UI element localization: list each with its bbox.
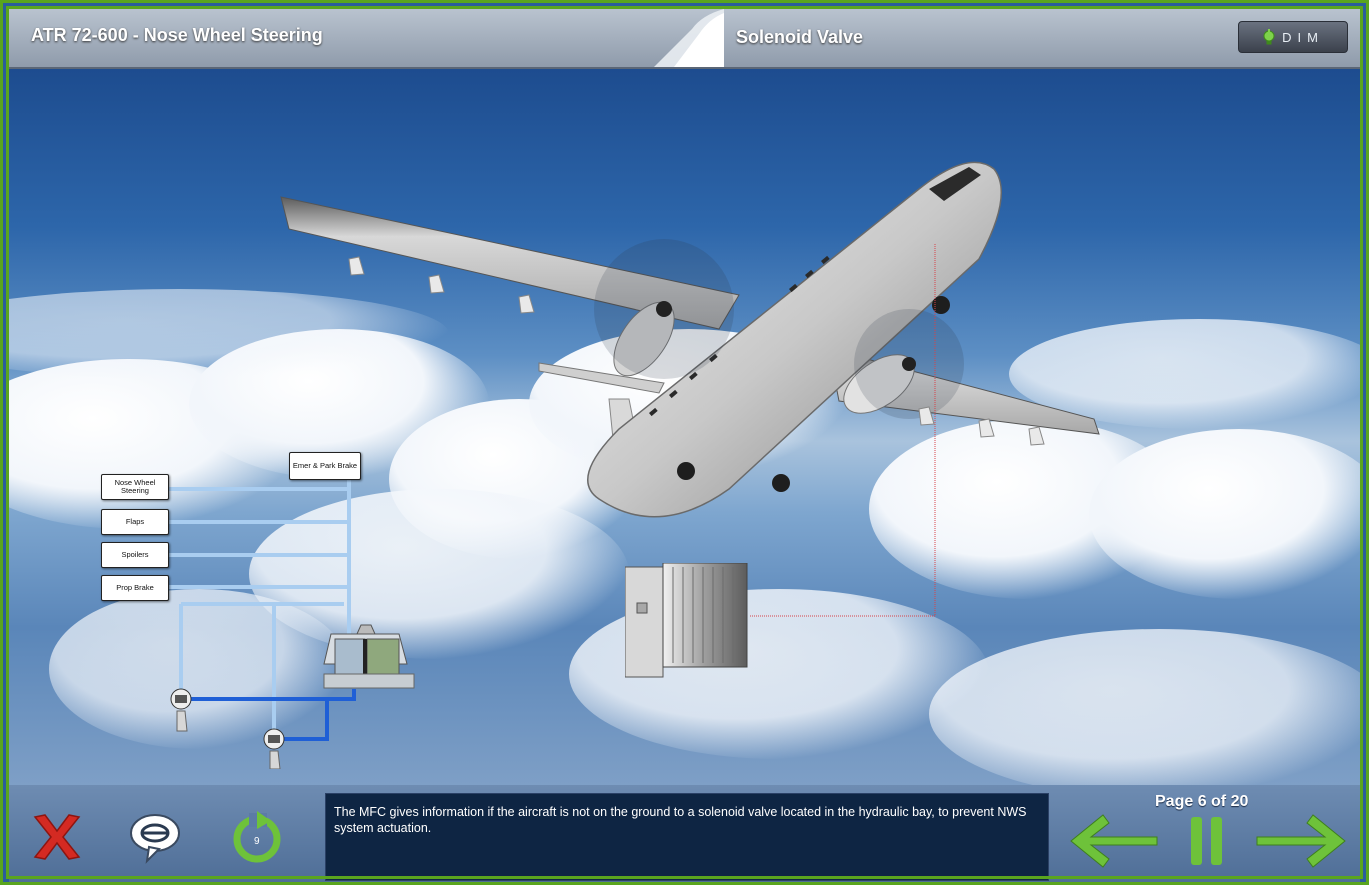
cloud [929,629,1360,785]
close-icon[interactable] [27,807,87,867]
scene-viewport: Nose Wheel Steering Flaps Spoilers Prop … [9,69,1360,785]
dim-button[interactable]: DIM [1238,21,1348,53]
mfc-computer-box [625,563,748,678]
page-title: Solenoid Valve [736,27,864,47]
arrow-left-icon[interactable] [1069,811,1159,871]
diagram-label-prop-brake: Prop Brake [101,575,169,601]
dim-label: DIM [1282,29,1324,45]
page-indicator: Page 6 of 20 [1155,793,1249,810]
diagram-label-nose-wheel-steering: Nose Wheel Steering [101,474,169,500]
caption-box: The MFC gives information if the aircraf… [325,793,1049,881]
control-bar: 9 The MFC gives information if the aircr… [9,785,1360,882]
tail-fin-logo [654,9,724,67]
diagram-label-emer-park-brake: Emer & Park Brake [289,452,361,480]
speech-bubble-icon[interactable] [125,807,185,867]
valve [170,688,192,732]
diagram-label-spoilers: Spoilers [101,542,169,568]
hydraulic-reservoir [323,624,415,689]
pause-icon[interactable] [1187,813,1227,869]
valve [263,728,285,769]
svg-text:9: 9 [254,836,260,847]
arrow-right-icon[interactable] [1253,811,1347,871]
course-title: ATR 72-600 - Nose Wheel Steering [31,25,323,45]
diagram-label-flaps: Flaps [101,509,169,535]
course-player-frame: ATR 72-600 - Nose Wheel Steering Solenoi… [0,0,1369,885]
bulb-icon [1263,29,1275,45]
header-bar: ATR 72-600 - Nose Wheel Steering Solenoi… [9,9,1360,69]
signal-line [749,244,936,617]
caption-text: The MFC gives information if the aircraf… [334,805,1027,835]
replay-icon[interactable]: 9 [227,807,287,867]
